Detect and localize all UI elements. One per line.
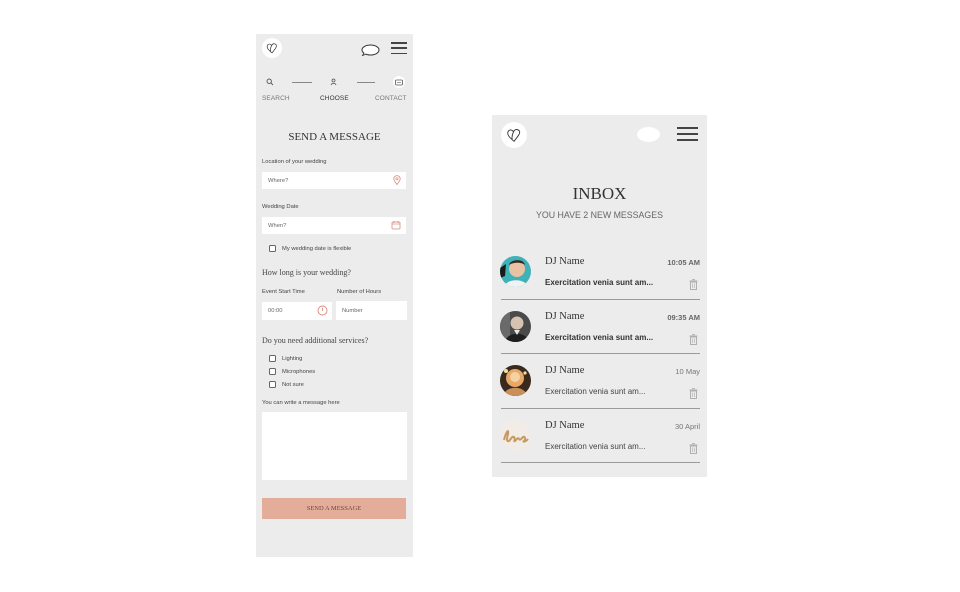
- service-label: Not sure: [282, 381, 304, 388]
- trash-icon[interactable]: [689, 386, 698, 404]
- service-option-not-sure[interactable]: Not sure: [269, 381, 304, 388]
- wedding-date-field[interactable]: When?: [262, 217, 406, 234]
- start-time-value: 00:00: [268, 308, 283, 314]
- inbox-screen: INBOX YOU HAVE 2 NEW MESSAGES DJ Name 10…: [492, 115, 707, 477]
- sender-name: DJ Name: [545, 310, 585, 322]
- start-time-label: Event Start Time: [262, 289, 305, 295]
- step-connector: [357, 82, 375, 83]
- flexible-date-option[interactable]: My wedding date is flexible: [269, 245, 351, 252]
- trash-icon[interactable]: [689, 441, 698, 459]
- wedding-date-label: Wedding Date: [262, 204, 299, 210]
- search-icon: [266, 78, 274, 88]
- send-message-screen: SEARCH CHOOSE CONTACT SEND A MESSAGE Loc…: [256, 34, 413, 557]
- step-choose-label[interactable]: CHOOSE: [320, 95, 349, 102]
- calendar-icon: [391, 220, 401, 232]
- service-label: Lighting: [282, 355, 303, 362]
- avatar: [500, 256, 531, 287]
- message-row[interactable]: DJ Name 30 April Exercitation venia sunt…: [500, 409, 700, 463]
- flexible-date-checkbox[interactable]: [269, 245, 276, 252]
- page-title: SEND A MESSAGE: [288, 131, 381, 143]
- step-connector: [292, 82, 312, 83]
- hours-placeholder: Number: [342, 307, 363, 314]
- location-placeholder: Where?: [268, 177, 289, 184]
- sender-name: DJ Name: [545, 256, 585, 267]
- microphones-checkbox[interactable]: [269, 368, 276, 375]
- services-question: Do you need additional services?: [262, 336, 369, 345]
- avatar: [500, 419, 531, 451]
- message-time: 30 April: [674, 421, 700, 431]
- clock-icon: [317, 305, 328, 318]
- message-list: DJ Name 10:05 AM Exercitation venia sunt…: [492, 245, 707, 463]
- message-row[interactable]: DJ Name 09:35 AM Exercitation venia sunt…: [500, 300, 700, 354]
- sender-name: DJ Name: [545, 365, 585, 376]
- message-time: 10 May: [675, 367, 700, 376]
- sender-name: DJ Name: [545, 419, 585, 431]
- message-preview: Exercitation venia sunt am...: [545, 278, 654, 287]
- heart-logo-icon[interactable]: [501, 122, 527, 148]
- chat-icon[interactable]: [637, 127, 660, 142]
- new-messages-count: YOU HAVE 2 NEW MESSAGES: [536, 210, 663, 220]
- hamburger-menu-icon[interactable]: [677, 127, 698, 141]
- avatar: [500, 310, 531, 342]
- step-contact-label[interactable]: CONTACT: [375, 95, 407, 102]
- send-message-button[interactable]: SEND A MESSAGE: [262, 498, 406, 519]
- duration-question: How long is your wedding?: [262, 268, 351, 277]
- service-label: Microphones: [282, 368, 316, 375]
- person-icon: [330, 78, 338, 88]
- not-sure-checkbox[interactable]: [269, 381, 276, 388]
- wedding-date-placeholder: When?: [268, 222, 287, 229]
- service-option-lighting[interactable]: Lighting: [269, 355, 302, 362]
- map-pin-icon: [393, 175, 401, 187]
- message-row[interactable]: DJ Name 10:05 AM Exercitation venia sunt…: [500, 245, 700, 300]
- step-search-label[interactable]: SEARCH: [262, 95, 290, 102]
- location-label: Location of your wedding: [262, 159, 327, 165]
- hamburger-menu-icon[interactable]: [391, 42, 407, 54]
- service-option-microphones[interactable]: Microphones: [269, 368, 315, 375]
- message-preview: Exercitation venia sunt am...: [545, 441, 646, 451]
- number-of-hours-field[interactable]: Number: [336, 301, 407, 320]
- message-row[interactable]: DJ Name 10 May Exercitation venia sunt a…: [500, 354, 700, 409]
- trash-icon[interactable]: [689, 277, 698, 295]
- flexible-date-label: My wedding date is flexible: [282, 245, 352, 252]
- lighting-checkbox[interactable]: [269, 355, 276, 362]
- inbox-title: INBOX: [572, 184, 627, 203]
- message-icon: [393, 76, 405, 88]
- message-preview: Exercitation venia sunt am...: [545, 387, 646, 396]
- start-time-field[interactable]: 00:00: [262, 302, 332, 320]
- message-label: You can write a message here: [262, 400, 340, 406]
- heart-logo-icon[interactable]: [262, 38, 282, 58]
- message-textarea[interactable]: [262, 412, 407, 480]
- hours-label: Number of Hours: [337, 289, 382, 295]
- trash-icon[interactable]: [689, 332, 698, 350]
- message-time: 09:35 AM: [667, 312, 700, 322]
- chat-icon[interactable]: [361, 43, 380, 61]
- message-preview: Exercitation venia sunt am...: [545, 332, 654, 342]
- avatar: [500, 365, 531, 396]
- message-time: 10:05 AM: [667, 258, 700, 267]
- location-field[interactable]: Where?: [262, 172, 406, 189]
